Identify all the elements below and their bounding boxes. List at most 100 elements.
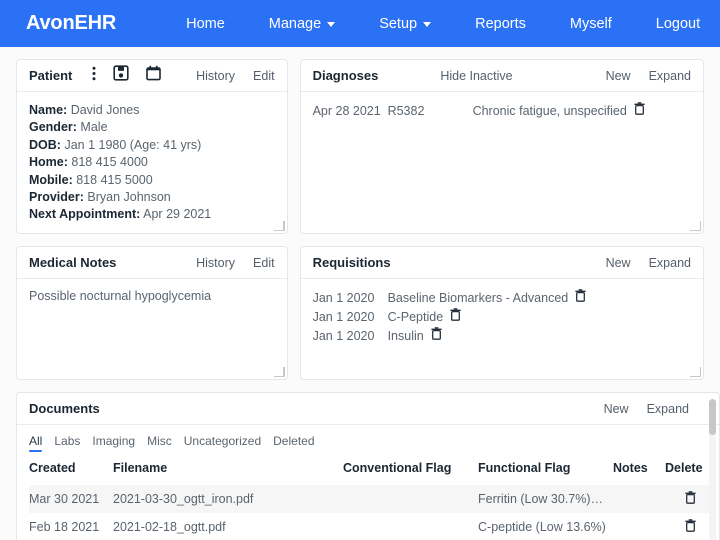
requisitions-expand-button[interactable]: Expand [649,256,691,270]
documents-tab-all[interactable]: All [29,434,43,452]
delete-icon[interactable] [665,491,715,507]
patient-field-label: Mobile: [29,172,73,187]
nav-links: Home Manage Setup Reports Myself Logout [164,16,720,32]
chevron-down-icon [327,22,336,27]
requisitions-card-header: Requisitions New Expand [300,247,703,279]
requisition-row[interactable]: Jan 1 2020 C-Peptide [313,308,691,327]
document-conventional-flag [343,485,478,513]
patient-field: Next Appointment: Apr 29 2021 [29,206,275,223]
documents-expand-button[interactable]: Expand [647,402,689,416]
document-created: Mar 30 2021 [29,485,113,513]
document-created: Feb 18 2021 [29,520,100,534]
medical-notes-body: Possible nocturnal hypoglycemia [17,279,287,311]
documents-column-header: Filename [113,461,168,475]
documents-table: Created Filename Conventional Flag Function… [29,461,715,540]
documents-tab-misc[interactable]: Misc [147,434,172,452]
save-icon[interactable] [113,65,129,86]
document-filename[interactable]: 2021-03-30_ogtt_iron.pdf [113,485,343,513]
patient-field-value: David Jones [70,103,140,117]
delete-icon[interactable] [634,102,645,121]
document-delete-cell[interactable] [665,513,715,540]
diagnosis-description: Chronic fatigue, unspecified [472,104,627,118]
diagnoses-card-title: Diagnoses [312,68,379,83]
second-card-row: Medical Notes History Edit Possible noct… [16,246,704,380]
nav-item-label: Myself [569,15,612,32]
nav-item-setup[interactable]: Setup [357,16,453,32]
patient-field-value: Male [80,120,108,135]
diagnoses-expand-button[interactable]: Expand [649,69,691,83]
app-logo[interactable]: AvonEHR [26,12,116,35]
documents-scrollbar[interactable] [709,399,716,540]
nav-item-logout[interactable]: Logout [634,16,720,32]
nav-item-label: Setup [379,15,418,32]
hide-inactive-button[interactable]: Hide Inactive [440,69,512,83]
document-functional-flag: Ferritin (Low 30.7%)… [478,485,613,513]
delete-icon[interactable] [575,289,586,308]
more-vertical-icon[interactable] [92,66,96,86]
requisitions-new-button[interactable]: New [606,256,631,270]
medical-notes-edit-button[interactable]: Edit [253,256,275,270]
patient-card-header: Patient History Edit [17,60,287,92]
patient-field-value: 818 415 4000 [71,155,148,170]
diagnosis-row[interactable]: Apr 28 2021 R5382 Chronic fatigue, unspeci… [313,102,691,121]
documents-header-row: Created Filename Conventional Flag Function… [29,461,715,485]
patient-field-value: 818 415 5000 [76,172,153,187]
diagnoses-new-button[interactable]: New [606,69,631,83]
requisitions-card-title: Requisitions [312,255,391,270]
nav-item-reports[interactable]: Reports [453,16,548,32]
medical-notes-card-title: Medical Notes [29,255,117,270]
patient-field-label: DOB: [29,137,61,152]
documents-tab-deleted[interactable]: Deleted [273,434,314,452]
requisition-name: Insulin [387,329,424,343]
resize-grip[interactable] [273,365,286,378]
diagnoses-card-actions: New Expand [606,69,691,83]
document-delete-cell[interactable] [665,485,715,513]
patient-details: Name: David Jones Gender: Male DOB: Jan 1 … [17,92,287,232]
patient-card-icons [92,65,162,86]
documents-tab-imaging[interactable]: Imaging [92,434,135,452]
medical-notes-history-button[interactable]: History [196,256,235,270]
nav-item-myself[interactable]: Myself [548,16,634,32]
delete-icon[interactable] [450,308,461,327]
patient-field-value: Bryan Johnson [87,190,171,205]
chevron-down-icon [423,22,432,27]
patient-card-actions: History Edit [196,69,274,83]
documents-table-body: Mar 30 2021 2021-03-30_ogtt_iron.pdf Ferri… [29,485,715,540]
documents-tab-uncategorized[interactable]: Uncategorized [184,434,261,452]
patient-field: Mobile: 818 415 5000 [29,172,275,189]
patient-field: Provider: Bryan Johnson [29,189,275,206]
requisition-date: Jan 1 2020 [312,310,375,324]
patient-field-label: Name: [29,103,68,117]
resize-grip[interactable] [689,365,702,378]
resize-grip[interactable] [689,219,702,232]
patient-field: Name: David Jones [29,102,275,119]
requisitions-card: Requisitions New Expand Jan 1 2020 Baseli… [299,246,704,380]
delete-icon[interactable] [431,327,442,346]
requisition-name: Baseline Biomarkers - Advanced [387,291,569,305]
delete-icon[interactable] [665,519,715,535]
documents-card-header: Documents New Expand [17,393,719,425]
documents-table-row[interactable]: Mar 30 2021 2021-03-30_ogtt_iron.pdf Ferri… [29,485,715,513]
calendar-icon[interactable] [146,65,162,86]
medical-notes-card: Medical Notes History Edit Possible noct… [16,246,288,380]
patient-field-label: Provider: [29,190,84,205]
requisition-row[interactable]: Jan 1 2020 Baseline Biomarkers - Advanced [313,289,691,308]
diagnosis-date: Apr 28 2021 [312,104,381,118]
diagnoses-list: Apr 28 2021 R5382 Chronic fatigue, unspeci… [301,92,703,129]
patient-edit-button[interactable]: Edit [253,69,275,83]
documents-column-header: Delete [665,461,703,475]
medical-note-text: Possible nocturnal hypoglycemia [29,289,212,303]
patient-history-button[interactable]: History [196,69,235,83]
requisition-row[interactable]: Jan 1 2020 Insulin [313,327,691,346]
documents-column-header: Notes [613,461,648,475]
patient-card-title: Patient [29,68,73,83]
documents-table-row[interactable]: Feb 18 2021 2021-02-18_ogtt.pdf C-peptide … [29,513,715,540]
documents-scrollbar-thumb[interactable] [709,399,716,435]
document-filename[interactable]: 2021-02-18_ogtt.pdf [113,513,343,540]
patient-field-label: Home: [29,155,68,170]
nav-item-home[interactable]: Home [164,16,247,32]
documents-new-button[interactable]: New [604,402,629,416]
documents-table-head: Created Filename Conventional Flag Function… [29,461,715,485]
nav-item-manage[interactable]: Manage [247,16,357,32]
documents-tab-labs[interactable]: Labs [54,434,80,452]
